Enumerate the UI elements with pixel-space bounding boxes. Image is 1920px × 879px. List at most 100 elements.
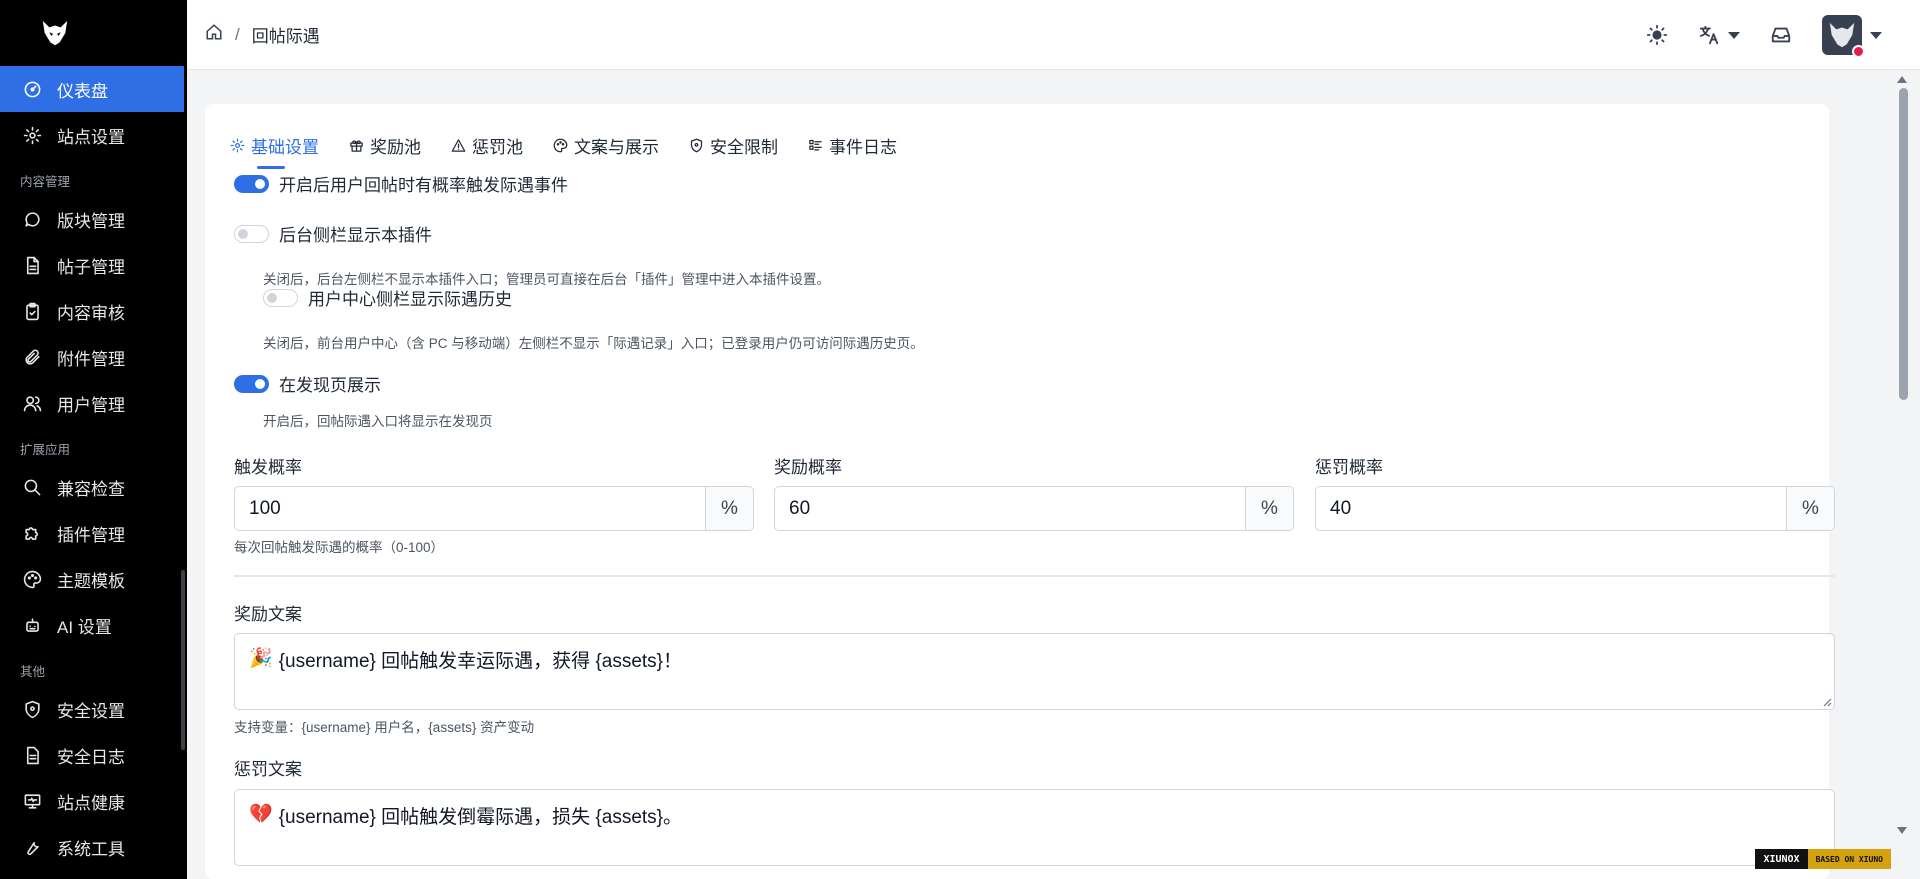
tab-label: 事件日志 <box>829 137 897 157</box>
sidebar-scrollbar[interactable] <box>181 570 185 750</box>
sidebar-item-tool[interactable]: 系统工具 <box>0 824 187 870</box>
wolf-avatar-icon <box>1829 22 1855 48</box>
enable-switch[interactable] <box>234 174 269 193</box>
admin-badge-icon <box>1852 45 1865 58</box>
gear-icon <box>22 125 42 145</box>
wolf-logo-icon <box>42 20 68 46</box>
trigger-probability-label: 触发概率 <box>234 458 302 477</box>
footer-badge-right: BASED ON XIUNO <box>1807 849 1891 869</box>
resize-handle-icon[interactable] <box>1822 697 1832 707</box>
logo[interactable] <box>0 0 187 66</box>
sidebar-item-label: 插件管理 <box>57 525 125 545</box>
reward-copy-text: {username} 回帖触发幸运际遇，获得 {assets}！ <box>278 651 683 672</box>
paperclip-icon <box>22 347 42 367</box>
robot-icon <box>22 615 42 635</box>
sidebar-item-robot[interactable]: AI 设置 <box>0 602 187 648</box>
log-icon <box>22 745 42 765</box>
sidebar-item-users[interactable]: 用户管理 <box>0 380 187 426</box>
penalty-probability-group: % <box>1315 486 1835 531</box>
sidebar-item-label: 附件管理 <box>57 349 125 369</box>
penalty-probability-input[interactable] <box>1316 487 1786 530</box>
shield-icon <box>689 138 710 153</box>
sidebar-item-search[interactable]: 兼容检查 <box>0 464 187 510</box>
footer-badge[interactable]: XIUNOX BASED ON XIUNO <box>1755 849 1891 869</box>
percent-suffix: % <box>705 487 753 530</box>
penalty-probability-label: 惩罚概率 <box>1315 458 1383 477</box>
sidebar-group-label: 扩展应用 <box>20 443 71 457</box>
sidebar-item-label: 主题模板 <box>57 571 125 591</box>
tab-label: 文案与展示 <box>574 137 659 157</box>
user-menu-button[interactable] <box>1822 15 1882 58</box>
penalty-copy-textarea[interactable]: 💔 {username} 回帖触发倒霉际遇，损失 {assets}。 <box>234 789 1835 866</box>
enable-label: 开启后用户回帖时有概率触发际遇事件 <box>279 176 568 195</box>
top-actions <box>1616 0 1882 70</box>
usercenter-switch[interactable] <box>263 288 298 307</box>
reward-probability-label: 奖励概率 <box>774 458 842 477</box>
tab-warning[interactable]: 惩罚池 <box>451 124 523 166</box>
sidebar-item-label: 帖子管理 <box>57 257 125 277</box>
home-icon[interactable] <box>205 23 223 46</box>
breadcrumb: / 回帖际遇 <box>205 22 320 47</box>
breadcrumb-current: 回帖际遇 <box>251 27 320 46</box>
tab-palette[interactable]: 文案与展示 <box>553 124 659 166</box>
sidebar-group-label: 内容管理 <box>20 175 71 189</box>
sidebar-item-label: AI 设置 <box>57 617 112 637</box>
scroll-up-arrow[interactable] <box>1897 76 1907 83</box>
penalty-copy-label: 惩罚文案 <box>234 760 302 779</box>
gauge-icon <box>22 79 42 99</box>
users-icon <box>22 393 42 413</box>
sidebar-item-label: 内容审核 <box>57 303 125 323</box>
penalty-copy-text: {username} 回帖触发倒霉际遇，损失 {assets}。 <box>278 807 683 828</box>
reward-probability-input[interactable] <box>775 487 1245 530</box>
chevron-down-icon <box>1870 31 1882 39</box>
discover-switch[interactable] <box>234 374 269 393</box>
gear-icon <box>230 138 251 153</box>
sidebar-item-label: 站点设置 <box>57 127 125 147</box>
sidebar-item-clipboard-check[interactable]: 内容审核 <box>0 288 187 334</box>
sidebar-item-label: 站点健康 <box>57 793 125 813</box>
sidebar-item-monitor[interactable]: 站点健康 <box>0 778 187 824</box>
sidebar-item-shield[interactable]: 安全设置 <box>0 686 187 732</box>
sidebar-item-gauge[interactable]: 仪表盘 <box>0 66 184 112</box>
discover-label: 在发现页展示 <box>279 376 381 395</box>
sidebar-item-label: 仪表盘 <box>57 81 108 101</box>
tool-icon <box>22 837 42 857</box>
sidebar-item-palette[interactable]: 主题模板 <box>0 556 187 602</box>
sun-icon <box>1646 24 1668 46</box>
topbar: / 回帖际遇 <box>187 0 1920 70</box>
puzzle-icon <box>22 523 42 543</box>
chat-bubble-icon <box>22 209 42 229</box>
usercenter-label: 用户中心侧栏显示际遇历史 <box>308 290 512 309</box>
sidebar-item-document[interactable]: 帖子管理 <box>0 242 187 288</box>
tab-label: 惩罚池 <box>472 137 523 157</box>
sidebar-item-puzzle[interactable]: 插件管理 <box>0 510 187 556</box>
sidebar-switch[interactable] <box>234 224 269 243</box>
tab-list[interactable]: 事件日志 <box>808 124 897 166</box>
tab-label: 基础设置 <box>251 137 319 157</box>
sidebar-item-label: 安全日志 <box>57 747 125 767</box>
sidebar-item-paperclip[interactable]: 附件管理 <box>0 334 187 380</box>
sidebar-item-label: 版块管理 <box>57 211 125 231</box>
enable-toggle-row: 开启后用户回帖时有概率触发际遇事件 <box>234 171 568 196</box>
sidebar-item-chat-bubble[interactable]: 版块管理 <box>0 196 187 242</box>
trigger-probability-group: % <box>234 486 754 531</box>
inbox-icon <box>1771 27 1791 43</box>
party-popper-icon: 🎉 <box>249 648 273 669</box>
sidebar-item-log[interactable]: 安全日志 <box>0 732 187 778</box>
sidebar-item-gear[interactable]: 站点设置 <box>0 112 187 158</box>
tab-gear[interactable]: 基础设置 <box>230 124 319 169</box>
language-button[interactable] <box>1698 24 1740 46</box>
inbox-button[interactable] <box>1770 24 1792 46</box>
search-icon <box>22 477 42 497</box>
scroll-down-arrow[interactable] <box>1897 827 1907 834</box>
reward-copy-textarea[interactable]: 🎉 {username} 回帖触发幸运际遇，获得 {assets}！ <box>234 633 1835 710</box>
tab-shield[interactable]: 安全限制 <box>689 124 778 166</box>
trigger-probability-help: 每次回帖触发际遇的概率（0-100） <box>234 540 445 555</box>
breadcrumb-separator: / <box>235 24 240 44</box>
tab-gift[interactable]: 奖励池 <box>349 124 421 166</box>
trigger-probability-input[interactable] <box>235 487 705 530</box>
theme-toggle-button[interactable] <box>1646 24 1668 46</box>
page-scrollbar[interactable] <box>1899 88 1908 400</box>
palette-icon <box>22 569 42 589</box>
reward-copy-label: 奖励文案 <box>234 605 302 624</box>
